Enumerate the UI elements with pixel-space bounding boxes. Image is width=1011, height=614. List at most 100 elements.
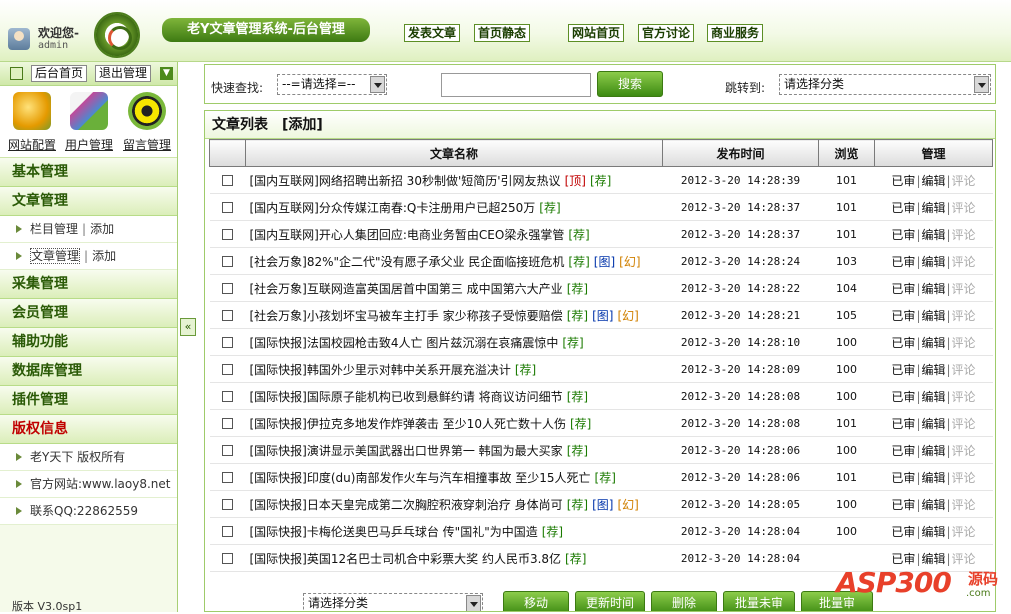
comment-link[interactable]: 评论 (952, 498, 976, 512)
edit-link[interactable]: 编辑 (921, 336, 945, 350)
edit-link[interactable]: 编辑 (921, 174, 945, 188)
quick-user-manage-label[interactable]: 用户管理 (61, 136, 117, 153)
review-link[interactable]: 已审 (891, 228, 915, 242)
edit-link[interactable]: 编辑 (921, 309, 945, 323)
batch-unreview-button[interactable]: 批量未审 (723, 591, 795, 611)
article-add-link[interactable]: 添加 (92, 249, 116, 263)
edit-link[interactable]: 编辑 (921, 498, 945, 512)
menu-collect[interactable]: 采集管理 (0, 270, 177, 299)
row-checkbox[interactable] (222, 337, 233, 348)
edit-link[interactable]: 编辑 (921, 363, 945, 377)
comment-link[interactable]: 评论 (952, 417, 976, 431)
quick-site-config-label[interactable]: 网站配置 (4, 136, 60, 153)
article-title-link[interactable]: [社会万象]小孩划坏宝马被车主打手 家少称孩子受惊要赔偿 (250, 309, 563, 323)
add-article-link[interactable]: [添加] (282, 117, 323, 133)
edit-link[interactable]: 编辑 (921, 417, 945, 431)
collapse-sidebar-icon[interactable]: « (180, 318, 196, 336)
article-title-link[interactable]: [国际快报]印度(du)南部发作火车与汽车相撞事故 至少15人死亡 (250, 471, 591, 485)
business-service-button[interactable]: 商业服务 (707, 24, 764, 42)
menu-plugin[interactable]: 插件管理 (0, 386, 177, 415)
edit-link[interactable]: 编辑 (921, 525, 945, 539)
col-views[interactable]: 浏览 (818, 139, 875, 167)
article-title-link[interactable]: [国际快报]国际原子能机构已收到悬鲜约请 将商议访问细节 (250, 390, 563, 404)
article-title-link[interactable]: [国内互联网]网络招聘出新招 30秒制做'短简历'引网友热议 (250, 174, 561, 188)
quick-find-select[interactable]: --=请选择=-- (277, 74, 387, 95)
review-link[interactable]: 已审 (891, 174, 915, 188)
quick-user-manage[interactable]: 用户管理 (61, 92, 117, 153)
comment-link[interactable]: 评论 (952, 390, 976, 404)
review-link[interactable]: 已审 (891, 255, 915, 269)
article-title-link[interactable]: [国际快报]韩国外少里示对韩中关系开展充溢决计 (250, 363, 511, 377)
review-link[interactable]: 已审 (891, 498, 915, 512)
comment-link[interactable]: 评论 (952, 363, 976, 377)
update-time-button[interactable]: 更新时间 (575, 591, 645, 611)
comment-link[interactable]: 评论 (952, 174, 976, 188)
col-title[interactable]: 文章名称 (245, 139, 663, 167)
row-checkbox[interactable] (222, 283, 233, 294)
edit-link[interactable]: 编辑 (921, 282, 945, 296)
review-link[interactable]: 已审 (891, 282, 915, 296)
article-title-link[interactable]: [国内互联网]分众传媒江南春:Q卡注册用户已超250万 (250, 201, 536, 215)
arrow-down-icon[interactable]: ▼ (160, 67, 173, 80)
column-add-link[interactable]: 添加 (90, 222, 114, 236)
row-checkbox[interactable] (222, 472, 233, 483)
article-title-link[interactable]: [国内互联网]开心人集团回应:电商业务暂由CEO梁永强掌管 (250, 228, 565, 242)
menu-assist[interactable]: 辅助功能 (0, 328, 177, 357)
menu-copyright[interactable]: 版权信息 (0, 415, 177, 444)
review-link[interactable]: 已审 (891, 336, 915, 350)
edit-link[interactable]: 编辑 (921, 228, 945, 242)
review-link[interactable]: 已审 (891, 363, 915, 377)
edit-link[interactable]: 编辑 (921, 201, 945, 215)
row-checkbox[interactable] (222, 526, 233, 537)
review-link[interactable]: 已审 (891, 471, 915, 485)
move-category-select[interactable]: 请选择分类 (303, 593, 483, 611)
post-article-button[interactable]: 发表文章 (404, 24, 461, 42)
row-checkbox[interactable] (222, 391, 233, 402)
row-checkbox[interactable] (222, 229, 233, 240)
delete-button[interactable]: 删除 (651, 591, 717, 611)
official-forum-button[interactable]: 官方讨论 (638, 24, 695, 42)
article-manage-link[interactable]: 文章管理 (30, 248, 81, 264)
column-manage-link[interactable]: 栏目管理 (30, 222, 78, 236)
review-link[interactable]: 已审 (891, 390, 915, 404)
row-checkbox[interactable] (222, 553, 233, 564)
keyword-input[interactable] (441, 73, 591, 97)
comment-link[interactable]: 评论 (952, 444, 976, 458)
row-checkbox[interactable] (222, 418, 233, 429)
review-link[interactable]: 已审 (891, 444, 915, 458)
move-button[interactable]: 移动 (503, 591, 569, 611)
jump-category-select[interactable]: 请选择分类 (779, 74, 991, 95)
article-title-link[interactable]: [国际快报]卡梅伦送奥巴马乒乓球台 传"国礼"为中国造 (250, 525, 538, 539)
logout-button[interactable]: 退出管理 (95, 65, 152, 82)
comment-link[interactable]: 评论 (952, 228, 976, 242)
quick-site-config[interactable]: 网站配置 (4, 92, 60, 153)
edit-link[interactable]: 编辑 (921, 255, 945, 269)
row-checkbox[interactable] (222, 256, 233, 267)
admin-home-button[interactable]: 后台首页 (31, 65, 88, 82)
review-link[interactable]: 已审 (891, 525, 915, 539)
comment-link[interactable]: 评论 (952, 525, 976, 539)
row-checkbox[interactable] (222, 445, 233, 456)
menu-member[interactable]: 会员管理 (0, 299, 177, 328)
article-title-link[interactable]: [国际快报]演讲显示美国武器出口世界第一 韩国为最大买家 (250, 444, 563, 458)
menu-database[interactable]: 数据库管理 (0, 357, 177, 386)
comment-link[interactable]: 评论 (952, 255, 976, 269)
comment-link[interactable]: 评论 (952, 336, 976, 350)
article-title-link[interactable]: [国际快报]日本天皇完成第二次胸腔积液穿刺治疗 身体尚可 (250, 498, 563, 512)
edit-link[interactable]: 编辑 (921, 471, 945, 485)
comment-link[interactable]: 评论 (952, 201, 976, 215)
review-link[interactable]: 已审 (891, 201, 915, 215)
search-button[interactable]: 搜索 (597, 71, 663, 97)
edit-link[interactable]: 编辑 (921, 444, 945, 458)
comment-link[interactable]: 评论 (952, 309, 976, 323)
static-home-button[interactable]: 首页静态 (474, 24, 531, 42)
menu-basic[interactable]: 基本管理 (0, 158, 177, 187)
row-checkbox[interactable] (222, 499, 233, 510)
article-title-link[interactable]: [社会万象]82%"企二代"没有愿子承父业 民企面临接班危机 (250, 255, 565, 269)
row-checkbox[interactable] (222, 310, 233, 321)
quick-message-manage[interactable]: 留言管理 (119, 92, 175, 153)
official-site-link[interactable]: 官方网站:www.laoy8.net (30, 477, 170, 491)
site-home-button[interactable]: 网站首页 (568, 24, 625, 42)
edit-link[interactable]: 编辑 (921, 390, 945, 404)
comment-link[interactable]: 评论 (952, 471, 976, 485)
